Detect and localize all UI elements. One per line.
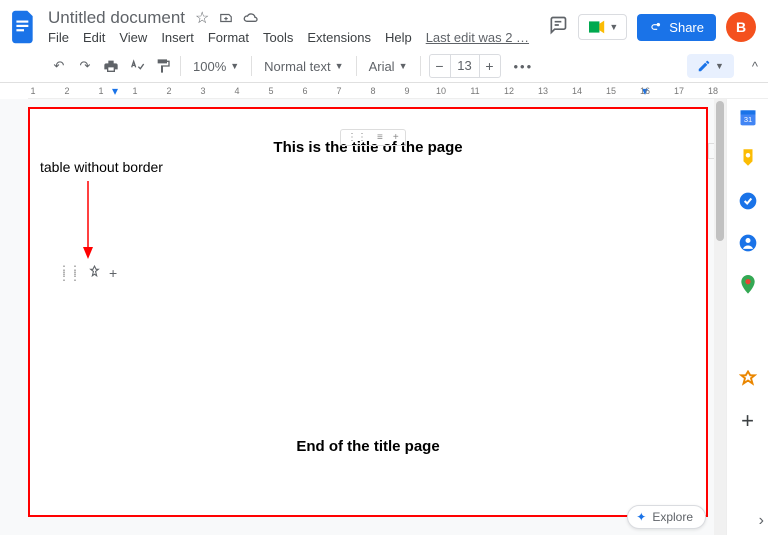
comment-history-icon[interactable] (548, 15, 568, 40)
pin-icon[interactable] (88, 265, 101, 281)
font-size-control: − 13 + (429, 54, 501, 78)
ruler-tick: 6 (302, 86, 307, 96)
paint-format-icon[interactable] (154, 57, 172, 75)
ruler-tick: 1 (132, 86, 137, 96)
plus-icon[interactable]: + (393, 132, 399, 143)
ruler-tick: 14 (572, 86, 582, 96)
document-canvas[interactable]: ⋮⋮ ≡ + ▾ This is the title of the page t… (0, 99, 726, 535)
ruler-tick: 13 (538, 86, 548, 96)
ruler-tick: 4 (234, 86, 239, 96)
drag-dots-icon[interactable]: ⋮⋮⋮⋮ (58, 267, 80, 279)
undo-icon[interactable]: ↶ (50, 57, 68, 75)
explore-star-icon: ✦ (636, 510, 646, 524)
ruler-tick: 2 (166, 86, 171, 96)
table-control-widget[interactable]: ⋮⋮ ≡ + (340, 129, 406, 146)
font-size-value[interactable]: 13 (450, 55, 480, 77)
zoom-dropdown[interactable]: 100%▼ (189, 57, 243, 76)
explore-label: Explore (652, 510, 693, 524)
show-sidepanel-icon[interactable]: › (759, 512, 764, 530)
calendar-icon[interactable]: 31 (738, 107, 758, 127)
print-icon[interactable] (102, 57, 120, 75)
doc-end-text[interactable]: End of the title page (30, 438, 706, 455)
share-label: Share (669, 20, 704, 35)
ruler-tick: 15 (606, 86, 616, 96)
ruler-tick: 10 (436, 86, 446, 96)
ruler-tick: 16 (640, 86, 650, 96)
docs-logo-icon[interactable] (8, 6, 40, 48)
table-handle[interactable]: ⋮⋮⋮⋮ + (58, 265, 117, 281)
vertical-scrollbar[interactable] (714, 99, 726, 535)
contacts-icon[interactable] (738, 233, 758, 253)
account-avatar[interactable]: B (726, 12, 756, 42)
spellcheck-icon[interactable] (128, 57, 146, 75)
meet-button[interactable]: ▼ (578, 14, 627, 40)
page[interactable]: ⋮⋮ ≡ + ▾ This is the title of the page t… (28, 107, 708, 517)
ruler-tick: 7 (336, 86, 341, 96)
ruler-tick: 1 (98, 86, 103, 96)
last-edit-link[interactable]: Last edit was 2 … (426, 30, 529, 46)
font-size-increase[interactable]: + (480, 55, 500, 77)
menu-tools[interactable]: Tools (263, 30, 293, 46)
paragraph-style-dropdown[interactable]: Normal text▼ (260, 57, 347, 76)
ruler-tick: 8 (370, 86, 375, 96)
menu-view[interactable]: View (119, 30, 147, 46)
annotation-text: table without border (40, 159, 163, 175)
addon-icon[interactable] (738, 369, 758, 389)
ruler-tick: 9 (404, 86, 409, 96)
get-addons-icon[interactable]: + (738, 411, 758, 431)
chevron-down-icon: ▼ (609, 22, 618, 32)
align-icon[interactable]: ≡ (377, 132, 383, 143)
menu-extensions[interactable]: Extensions (307, 30, 371, 46)
font-size-decrease[interactable]: − (430, 55, 450, 77)
ruler-tick: 17 (674, 86, 684, 96)
ruler-tick: 3 (200, 86, 205, 96)
redo-icon[interactable]: ↷ (76, 57, 94, 75)
explore-button[interactable]: ✦ Explore (627, 505, 706, 529)
side-panel: 31 + (726, 99, 768, 535)
share-button[interactable]: Share (637, 14, 716, 41)
ruler-tick: 2 (64, 86, 69, 96)
font-family-dropdown[interactable]: Arial▼ (365, 57, 412, 76)
ruler-tick: 1 (30, 86, 35, 96)
document-title[interactable]: Untitled document (48, 8, 185, 28)
menu-file[interactable]: File (48, 30, 69, 46)
menu-help[interactable]: Help (385, 30, 412, 46)
chevron-down-icon: ▼ (715, 61, 724, 71)
svg-text:31: 31 (743, 115, 751, 124)
add-icon[interactable]: + (109, 265, 117, 281)
menu-format[interactable]: Format (208, 30, 249, 46)
indent-marker-icon[interactable]: ▾ (112, 84, 118, 98)
horizontal-ruler[interactable]: ▾ ▾ 121123456789101112131415161718 (28, 83, 768, 99)
move-icon[interactable] (219, 11, 233, 25)
toolbar-more[interactable]: ••• (509, 59, 539, 74)
annotation-arrow-icon (78, 181, 98, 261)
tasks-icon[interactable] (738, 191, 758, 211)
menubar: File Edit View Insert Format Tools Exten… (48, 30, 540, 46)
ruler-tick: 12 (504, 86, 514, 96)
menu-edit[interactable]: Edit (83, 30, 105, 46)
ruler-tick: 5 (268, 86, 273, 96)
maps-icon[interactable] (738, 275, 758, 295)
ruler-tick: 11 (470, 86, 479, 96)
toolbar: ↶ ↷ 100%▼ Normal text▼ Arial▼ − 13 + •••… (0, 50, 768, 83)
cloud-status-icon[interactable] (243, 11, 259, 25)
keep-icon[interactable] (738, 149, 758, 169)
ruler-tick: 18 (708, 86, 718, 96)
drag-handle-icon[interactable]: ⋮⋮ (347, 132, 367, 143)
editing-mode-button[interactable]: ▼ (687, 54, 734, 78)
star-icon[interactable]: ☆ (195, 8, 209, 28)
menu-insert[interactable]: Insert (161, 30, 194, 46)
collapse-toolbar-icon[interactable]: ^ (752, 59, 758, 74)
